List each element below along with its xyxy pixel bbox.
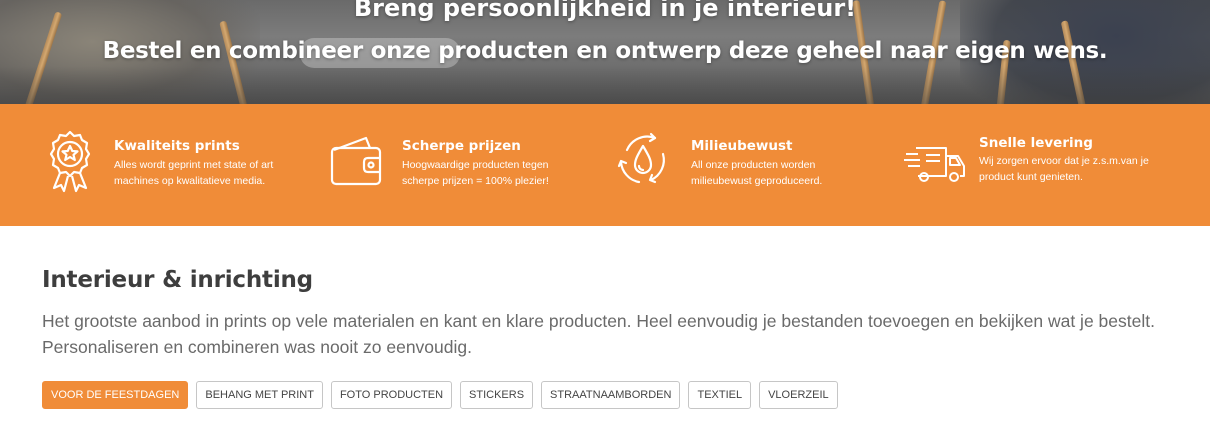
eco-drop-icon	[617, 132, 665, 184]
feature-description: Alles wordt geprint met state of art mac…	[114, 159, 274, 187]
feature-description: Wij zorgen ervoor dat je z.s.m.van je pr…	[979, 155, 1149, 183]
feature-title: Snelle levering	[979, 135, 1093, 151]
tag-foto-producten[interactable]: Foto producten	[330, 381, 453, 409]
award-icon	[49, 130, 91, 193]
wallet-icon	[330, 136, 382, 186]
tag-vloerzeil[interactable]: Vloerzeil	[759, 381, 838, 409]
feature-title: Kwaliteits prints	[114, 138, 240, 154]
feature-description: All onze producten worden milieubewust g…	[691, 159, 823, 187]
feature-title: Milieubewust	[691, 138, 793, 154]
feature-description: Hoogwaardige producten tegen scherpe pri…	[402, 159, 549, 187]
tag-behang-met-print[interactable]: Behang met print	[196, 381, 323, 409]
hero-subheadline: Bestel en combineer onze producten en on…	[102, 38, 1108, 64]
hero-banner: Breng persoonlijkheid in je interieur! B…	[0, 0, 1210, 104]
features-bar: Kwaliteits prints Alles wordt geprint me…	[0, 104, 1210, 226]
category-section: Interieur & inrichting Het grootste aanb…	[42, 267, 1182, 360]
feature-title: Scherpe prijzen	[402, 138, 521, 154]
tag-textiel[interactable]: Textiel	[688, 381, 752, 409]
delivery-truck-icon	[904, 147, 965, 182]
tag-straatnaamborden[interactable]: Straatnaamborden	[541, 381, 681, 409]
tag-stickers[interactable]: Stickers	[460, 381, 534, 409]
section-description: Het grootste aanbod in prints op vele ma…	[42, 311, 1155, 357]
section-title: Interieur & inrichting	[42, 267, 313, 293]
category-tags: Voor de feestdagen Behang met print Foto…	[42, 381, 838, 409]
hero-headline: Breng persoonlijkheid in je interieur!	[353, 0, 857, 22]
tag-voor-de-feestdagen[interactable]: Voor de feestdagen	[42, 381, 189, 409]
